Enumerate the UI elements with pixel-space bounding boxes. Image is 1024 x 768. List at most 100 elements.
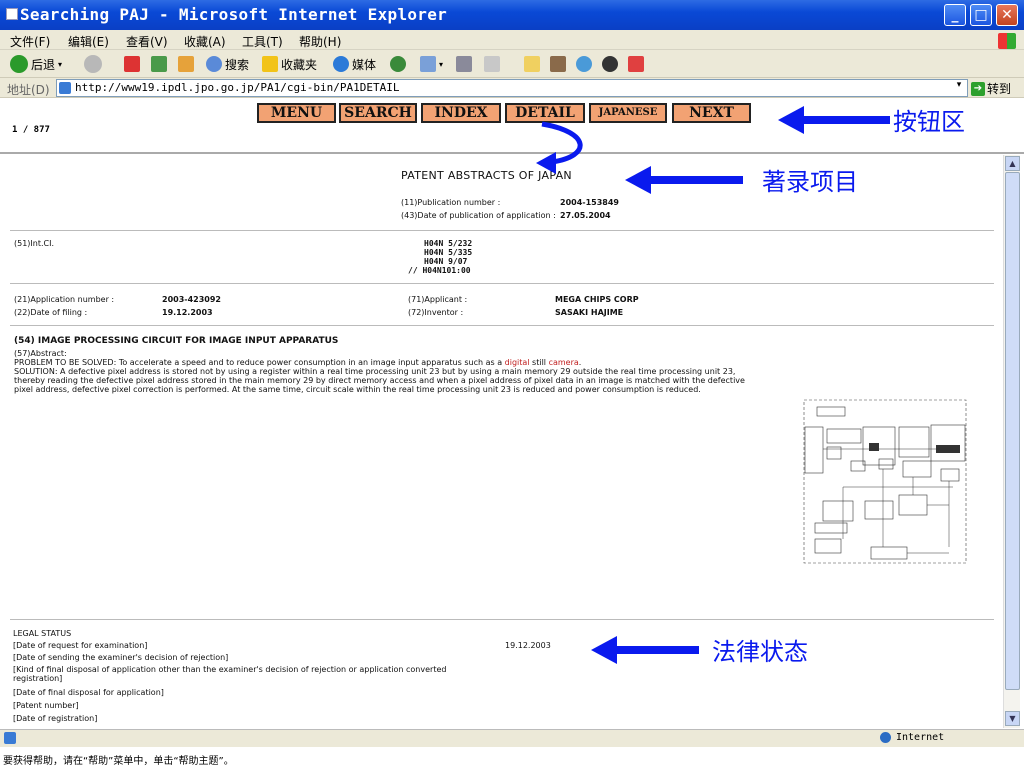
history-button[interactable] <box>390 53 406 75</box>
address-dropdown-icon[interactable]: ▾ <box>952 80 966 94</box>
media-button[interactable]: 媒体 <box>333 53 376 75</box>
addon-icon <box>628 56 644 72</box>
scroll-up-icon[interactable]: ▲ <box>1005 156 1020 171</box>
menu-edit[interactable]: 编辑(E) <box>68 33 109 50</box>
menu-tools[interactable]: 工具(T) <box>242 33 283 50</box>
bibliographic-annotation: 著录项目 <box>762 168 858 196</box>
research-button[interactable] <box>550 53 566 75</box>
status-bar: Internet <box>0 729 1024 747</box>
ie-status-icon <box>4 732 16 744</box>
back-label: 后退 <box>31 57 56 72</box>
globe-icon <box>880 732 891 743</box>
publication-date: 27.05.2004 <box>560 211 611 220</box>
legal-status-heading: LEGAL STATUS <box>13 629 72 638</box>
patent-content: PATENT ABSTRACTS OF JAPAN (11)Publicatio… <box>0 155 1003 728</box>
window-title: Searching PAJ - Microsoft Internet Explo… <box>20 5 448 24</box>
forward-button[interactable] <box>84 53 102 75</box>
buttons-area-arrow <box>778 106 890 134</box>
forward-arrow-icon <box>84 55 102 73</box>
menu-file[interactable]: 文件(F) <box>10 33 50 50</box>
menu-view[interactable]: 查看(V) <box>126 33 168 50</box>
intcl-code: // H04N101:00 <box>408 266 471 275</box>
penguin-icon <box>602 56 618 72</box>
help-hint: 要获得帮助，请在“帮助”菜单中，单击“帮助主题”。 <box>0 747 1024 768</box>
go-arrow-icon: ➔ <box>971 81 985 96</box>
scroll-thumb[interactable] <box>1005 172 1020 690</box>
legal-row: [Date of registration] <box>13 714 98 723</box>
page-icon <box>59 82 71 94</box>
legal-status-arrow <box>591 636 699 664</box>
search-label: 搜索 <box>225 57 250 72</box>
divider <box>10 619 994 620</box>
addon-button[interactable] <box>628 53 644 75</box>
intcl-code: H04N 9/07 <box>424 257 468 266</box>
favorites-label: 收藏夹 <box>281 57 318 72</box>
intcl-code: H04N 5/335 <box>424 248 473 257</box>
address-url: http://www19.ipdl.jpo.go.jp/PA1/cgi-bin/… <box>75 81 400 94</box>
printer-icon <box>456 56 472 72</box>
patent-drawing <box>803 399 967 564</box>
curved-arrow-icon <box>536 121 583 174</box>
camera-link[interactable]: camera <box>549 358 579 367</box>
abstract-solution: SOLUTION: A defective pixel address is s… <box>14 367 745 394</box>
japanese-nav-button[interactable]: JAPANESE <box>589 103 667 123</box>
divider <box>10 325 994 326</box>
home-button[interactable] <box>178 53 194 75</box>
search-icon <box>206 56 222 72</box>
invention-title: (54) IMAGE PROCESSING CIRCUIT FOR IMAGE … <box>14 336 339 346</box>
intcl-code: H04N 5/232 <box>424 239 473 248</box>
go-button[interactable]: ➔ 转到 <box>971 80 1011 97</box>
abstract-problem: PROBLEM TO BE SOLVED: To accelerate a sp… <box>14 358 774 367</box>
application-number-label: (21)Application number : <box>14 295 115 304</box>
stop-button[interactable] <box>124 53 140 75</box>
inventor: SASAKI HAJIME <box>555 308 624 317</box>
search-button[interactable]: 搜索 <box>206 53 249 75</box>
maximize-button[interactable]: □ <box>970 4 992 26</box>
go-label: 转到 <box>987 82 1012 96</box>
digital-link[interactable]: digital <box>505 358 530 367</box>
windows-logo-icon <box>998 33 1016 49</box>
messenger-button[interactable] <box>576 53 592 75</box>
qq-button[interactable] <box>602 53 618 75</box>
legal-row: [Patent number] <box>13 701 79 710</box>
back-button[interactable]: 后退 ▾ <box>10 53 62 75</box>
vertical-scrollbar[interactable]: ▲ ▼ <box>1003 155 1020 728</box>
media-icon <box>333 56 349 72</box>
index-nav-button[interactable]: INDEX <box>421 103 501 123</box>
menu-bar: 文件(F) 编辑(E) 查看(V) 收藏(A) 工具(T) 帮助(H) <box>0 30 1024 50</box>
address-input[interactable]: http://www19.ipdl.jpo.go.jp/PA1/cgi-bin/… <box>56 79 968 97</box>
menu-favorites[interactable]: 收藏(A) <box>184 33 226 50</box>
security-zone: Internet <box>896 732 945 743</box>
intcl-label: (51)Int.CI. <box>14 239 55 248</box>
back-arrow-icon <box>10 55 28 73</box>
legal-status-annotation: 法律状态 <box>712 638 808 666</box>
menu-help[interactable]: 帮助(H) <box>299 33 341 50</box>
applicant: MEGA CHIPS CORP <box>555 295 639 304</box>
edit-button[interactable] <box>484 53 500 75</box>
favorites-button[interactable]: 收藏夹 <box>262 53 317 75</box>
close-button[interactable]: ✕ <box>996 4 1018 26</box>
media-label: 媒体 <box>352 57 377 72</box>
stop-icon <box>124 56 140 72</box>
search-nav-button[interactable]: SEARCH <box>339 103 417 123</box>
back-dropdown-icon[interactable]: ▾ <box>58 60 62 69</box>
mail-dropdown-icon[interactable]: ▾ <box>439 60 443 69</box>
minimize-button[interactable]: _ <box>944 4 966 26</box>
problem-text: . <box>578 358 582 367</box>
next-nav-button[interactable]: NEXT <box>672 103 751 123</box>
history-icon <box>390 56 406 72</box>
menu-nav-button[interactable]: MENU <box>257 103 336 123</box>
scroll-down-icon[interactable]: ▼ <box>1005 711 1020 726</box>
refresh-button[interactable] <box>151 53 167 75</box>
page-counter: 1 / 877 <box>12 125 50 135</box>
folder-button[interactable] <box>524 53 540 75</box>
applicant-label: (71)Applicant : <box>408 295 468 304</box>
home-icon <box>178 56 194 72</box>
publication-number-label: (11)Publication number : <box>401 198 501 207</box>
mail-button[interactable]: ▾ <box>420 53 443 75</box>
star-icon <box>262 56 278 72</box>
print-button[interactable] <box>456 53 472 75</box>
messenger-icon <box>576 56 592 72</box>
bibliographic-arrow <box>625 166 743 194</box>
edit-icon <box>484 56 500 72</box>
